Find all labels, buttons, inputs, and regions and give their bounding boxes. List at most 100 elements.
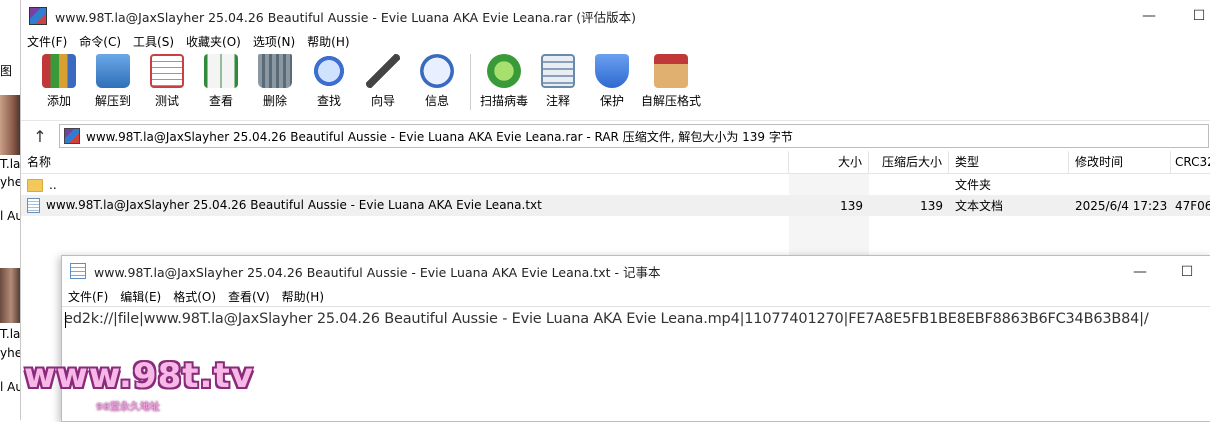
add-books-icon [42,54,76,88]
comment-label: 注释 [545,94,570,108]
notepad-menu-help[interactable]: 帮助(H) [276,288,330,305]
find-button[interactable]: 查找 [302,54,356,109]
column-size[interactable]: 大小 [789,151,869,173]
background-photo [0,268,22,323]
protect-label: 保护 [599,94,624,108]
notepad-title: www.98T.la@JaxSlayher 25.04.26 Beautiful… [94,264,661,280]
item-size: 139 [840,198,863,213]
winrar-app-icon [29,7,47,25]
find-label: 查找 [316,94,341,108]
virus-scan-icon [487,54,521,88]
background-text: 图 [0,64,13,78]
item-packed: 139 [920,198,943,213]
delete-trash-icon [258,54,292,88]
view-book-icon [204,54,238,88]
background-text: T.la [0,327,21,341]
background-text: T.la [0,157,21,171]
background-text: yhe [0,346,22,360]
menu-commands[interactable]: 命令(C) [73,33,127,50]
window-title: www.98T.la@JaxSlayher 25.04.26 Beautiful… [55,9,636,25]
menu-favorites[interactable]: 收藏夹(O) [180,33,247,50]
menu-bar: 文件(F) 命令(C) 工具(S) 收藏夹(O) 选项(N) 帮助(H) [21,32,1210,50]
list-item-parent[interactable]: .. 文件夹 [21,174,1210,195]
info-label: 信息 [424,94,449,108]
background-text: yhe [0,175,22,189]
virus-scan-label: 扫描病毒 [479,94,528,108]
address-row: ↑ www.98T.la@JaxSlayher 25.04.26 Beautif… [21,121,1210,151]
menu-help[interactable]: 帮助(H) [301,33,355,50]
notepad-menu-format[interactable]: 格式(O) [167,288,222,305]
list-item-file[interactable]: www.98T.la@JaxSlayher 25.04.26 Beautiful… [21,195,1210,216]
extract-to-label: 解压到 [94,94,131,108]
menu-file[interactable]: 文件(F) [21,33,73,50]
background-text: l Au [0,380,22,394]
notepad-content: ed2k://|file|www.98T.la@JaxSlayher 25.04… [64,311,1149,327]
delete-button[interactable]: 删除 [248,54,302,109]
view-label: 查看 [208,94,233,108]
watermark-logo: www.98t.tv [24,356,254,396]
notepad-titlebar[interactable]: www.98T.la@JaxSlayher 25.04.26 Beautiful… [62,256,1210,286]
address-bar[interactable]: www.98T.la@JaxSlayher 25.04.26 Beautiful… [59,124,1209,148]
sfx-label: 自解压格式 [640,94,701,108]
rar-archive-icon [64,128,80,144]
background-text: l Au [0,209,22,223]
column-packed[interactable]: 压缩后大小 [869,151,949,173]
column-type[interactable]: 类型 [949,151,1069,173]
column-modified[interactable]: 修改时间 [1069,151,1171,173]
menu-tools[interactable]: 工具(S) [127,33,180,50]
comment-icon [541,54,575,88]
wizard-wand-icon [366,54,400,88]
column-crc[interactable]: CRC32 [1171,151,1210,173]
sfx-button[interactable]: 自解压格式 [639,54,703,109]
test-button[interactable]: 测试 [140,54,194,109]
notepad-menu-file[interactable]: 文件(F) [62,288,114,305]
file-list: 名称 大小 压缩后大小 类型 修改时间 CRC32 .. 文件夹 www.98T… [21,151,1210,263]
extract-folder-icon [96,54,130,88]
item-type: 文件夹 [955,178,992,192]
virus-scan-button[interactable]: 扫描病毒 [477,54,531,109]
protect-shield-icon [595,54,629,88]
delete-label: 删除 [262,94,287,108]
folder-icon [27,178,43,192]
up-arrow-icon[interactable]: ↑ [21,127,59,146]
column-name[interactable]: 名称 [21,151,789,173]
background-window-strip: 图 T.la yhe l Au T.la yhe l Au [0,0,22,420]
test-label: 测试 [154,94,179,108]
wizard-button[interactable]: 向导 [356,54,410,109]
add-button[interactable]: 添加 [32,54,86,109]
minimize-button[interactable]: — [1126,0,1172,32]
notepad-minimize-button[interactable]: — [1117,256,1163,288]
info-icon [420,54,454,88]
text-file-icon [27,198,40,213]
extract-to-button[interactable]: 解压到 [86,54,140,109]
notepad-menu-bar: 文件(F) 编辑(E) 格式(O) 查看(V) 帮助(H) [62,286,1210,306]
maximize-button[interactable]: ☐ [1176,0,1210,32]
toolbar: 添加 解压到 测试 查看 删除 查找 向导 信息 扫描病毒 注释 保护 自解压格… [21,50,1210,121]
background-photo [0,95,22,155]
find-magnifier-icon [312,54,346,88]
view-button[interactable]: 查看 [194,54,248,109]
add-label: 添加 [46,94,71,108]
notepad-app-icon [70,263,86,279]
notepad-maximize-button[interactable]: ☐ [1164,256,1210,288]
address-text: www.98T.la@JaxSlayher 25.04.26 Beautiful… [86,129,793,144]
text-caret [65,312,66,328]
menu-options[interactable]: 选项(N) [247,33,301,50]
item-name: www.98T.la@JaxSlayher 25.04.26 Beautiful… [46,198,542,212]
notepad-menu-view[interactable]: 查看(V) [222,288,276,305]
item-crc: 47F06 [1175,198,1210,213]
winrar-titlebar[interactable]: www.98T.la@JaxSlayher 25.04.26 Beautiful… [21,0,1210,32]
item-type: 文本文档 [955,199,1004,213]
notepad-window: www.98T.la@JaxSlayher 25.04.26 Beautiful… [61,255,1210,422]
item-modified: 2025/6/4 17:23 [1075,198,1168,213]
item-name: .. [49,177,57,192]
watermark-subtext: 98堂永久地址 [96,402,160,413]
sfx-box-icon [654,54,688,88]
wizard-label: 向导 [370,94,395,108]
protect-button[interactable]: 保护 [585,54,639,109]
comment-button[interactable]: 注释 [531,54,585,109]
notepad-menu-edit[interactable]: 编辑(E) [114,288,167,305]
info-button[interactable]: 信息 [410,54,464,109]
test-checklist-icon [150,54,184,88]
toolbar-separator [470,54,471,110]
